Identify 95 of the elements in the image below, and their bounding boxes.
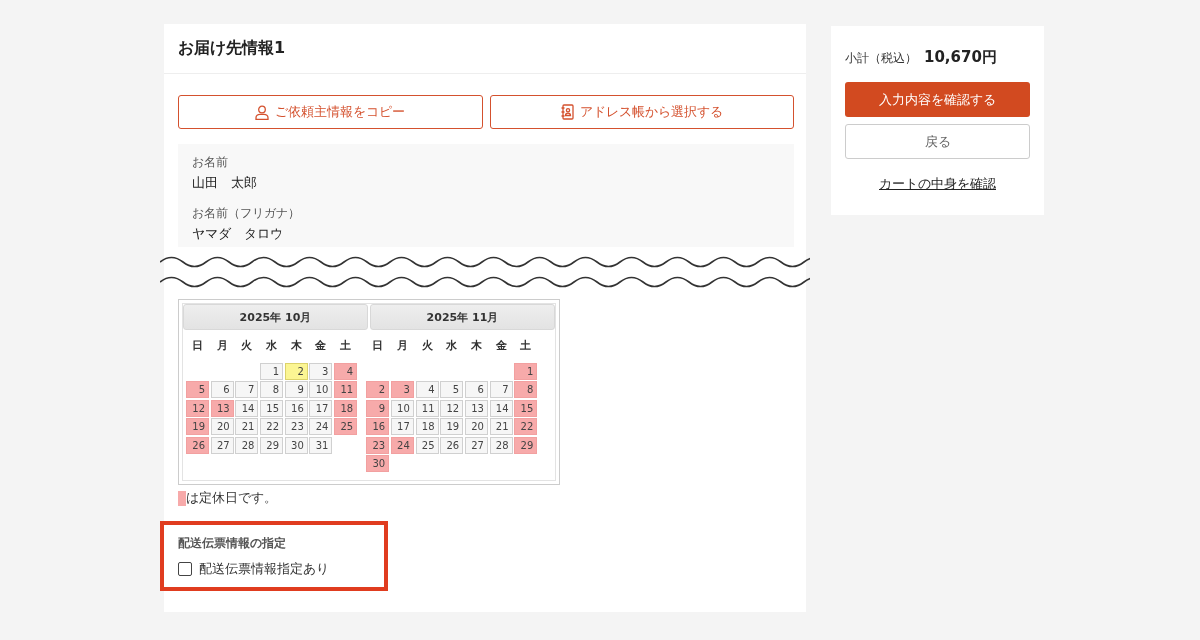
field-value: ヤマダ タロウ: [192, 225, 284, 243]
weekday-label: 火: [240, 338, 254, 354]
calendar-day[interactable]: 30: [284, 436, 308, 454]
calendar-day[interactable]: 15: [260, 399, 284, 417]
person-icon: [255, 104, 270, 120]
weekday-label: 水: [445, 338, 459, 354]
confirm-button[interactable]: 入力内容を確認する: [845, 82, 1030, 117]
calendar-day[interactable]: 9: [284, 381, 308, 398]
weekday-label: 火: [420, 338, 434, 354]
back-button[interactable]: 戻る: [845, 124, 1030, 159]
calendar-day[interactable]: 25: [334, 418, 358, 435]
weekday-label: 日: [191, 338, 204, 354]
section-label: 配送伝票情報の指定: [178, 535, 287, 552]
weekday-label: 木: [289, 338, 303, 354]
calendar-day[interactable]: 12: [440, 399, 464, 417]
calendar-day[interactable]: 27: [464, 436, 488, 454]
calendar-day[interactable]: 11: [334, 381, 358, 398]
calendar-day[interactable]: 29: [514, 436, 538, 454]
calendar-day[interactable]: 26: [440, 436, 464, 454]
calendar-day[interactable]: 10: [309, 381, 333, 398]
calendar-day[interactable]: 24: [309, 418, 333, 435]
month-header: 2025年 11月: [370, 304, 555, 330]
calendar-day[interactable]: 30: [366, 455, 390, 472]
calendar-day[interactable]: 2: [366, 381, 390, 398]
subtotal-amount: 10,670円: [924, 48, 997, 67]
calendar-day[interactable]: 18: [334, 399, 358, 417]
calendar-day[interactable]: 23: [366, 436, 390, 454]
calendar-day[interactable]: 29: [260, 436, 284, 454]
calendar-day[interactable]: 1: [260, 362, 284, 380]
calendar-day[interactable]: 8: [514, 381, 538, 398]
calendar-day[interactable]: 14: [489, 399, 513, 417]
calendar-day[interactable]: 1: [514, 362, 538, 380]
checkbox-option[interactable]: 配送伝票情報指定あり: [178, 560, 372, 578]
calendar-day[interactable]: 6: [464, 381, 488, 398]
calendar-day[interactable]: 20: [210, 418, 234, 435]
field-value: 山田 太郎: [192, 174, 258, 192]
weekday-label: 土: [519, 338, 533, 354]
section-title: お届け先情報1: [178, 38, 286, 59]
calendar-day[interactable]: 16: [284, 399, 308, 417]
weekday-label: 日: [371, 338, 385, 354]
calendar-day[interactable]: 6: [210, 381, 234, 398]
weekday-label: 金: [314, 338, 328, 354]
weekday-label: 水: [265, 338, 279, 354]
subtotal-label: 小計（税込）: [845, 50, 917, 67]
calendar-day[interactable]: 9: [366, 399, 390, 417]
calendar-day[interactable]: 5: [440, 381, 464, 398]
action-button[interactable]: アドレス帳から選択する: [489, 95, 794, 129]
calendar-day[interactable]: 28: [489, 436, 513, 454]
calendar-day[interactable]: 18: [415, 418, 439, 435]
calendar-day[interactable]: 24: [390, 436, 414, 454]
calendar-day[interactable]: 4: [415, 381, 439, 398]
calendar-day[interactable]: 22: [260, 418, 284, 435]
calendar-day[interactable]: 3: [390, 381, 414, 398]
address-book-icon: [560, 104, 574, 120]
calendar-day[interactable]: 17: [390, 418, 414, 435]
calendar-day[interactable]: 28: [235, 436, 259, 454]
calendar-day[interactable]: 16: [366, 418, 390, 435]
calendar-day[interactable]: 12: [186, 399, 209, 417]
field-label: お名前: [192, 155, 229, 170]
calendar-day[interactable]: 8: [260, 381, 284, 398]
calendar-day[interactable]: 15: [514, 399, 538, 417]
calendar-day[interactable]: 31: [309, 436, 333, 454]
month-header: 2025年 10月: [183, 304, 368, 330]
calendar-day[interactable]: 27: [210, 436, 234, 454]
calendar-day[interactable]: 11: [415, 399, 439, 417]
weekday-label: 月: [215, 338, 229, 354]
calendar-day[interactable]: 25: [415, 436, 439, 454]
calendar-day[interactable]: 13: [464, 399, 488, 417]
action-button[interactable]: ご依頼主情報をコピー: [178, 95, 483, 129]
calendar-day[interactable]: 5: [186, 381, 209, 398]
calendar-day[interactable]: 13: [210, 399, 234, 417]
calendar-day[interactable]: 21: [489, 418, 513, 435]
calendar-day[interactable]: 10: [390, 399, 414, 417]
calendar-day[interactable]: 17: [309, 399, 333, 417]
calendar-day[interactable]: 19: [186, 418, 209, 435]
calendar-day[interactable]: 20: [464, 418, 488, 435]
calendar-day[interactable]: 26: [186, 436, 209, 454]
calendar-day[interactable]: 19: [440, 418, 464, 435]
calendar-day[interactable]: 21: [235, 418, 259, 435]
calendar-day[interactable]: 22: [514, 418, 538, 435]
calendar-day[interactable]: 14: [235, 399, 259, 417]
weekday-label: 木: [469, 338, 483, 354]
calendar-day[interactable]: 7: [235, 381, 259, 398]
weekday-label: 土: [339, 338, 353, 354]
calendar-day[interactable]: 2: [284, 362, 308, 380]
calendar-day[interactable]: 3: [309, 362, 333, 380]
weekday-label: 月: [395, 338, 409, 354]
calendar-day[interactable]: 7: [489, 381, 513, 398]
cart-link[interactable]: カートの中身を確認: [879, 175, 996, 193]
calendar-day[interactable]: 23: [284, 418, 308, 435]
weekday-label: 金: [494, 338, 508, 354]
field-label: お名前（フリガナ）: [192, 206, 301, 221]
legend-text: は定休日です。: [186, 489, 277, 507]
holiday-swatch: [178, 490, 186, 506]
calendar-day[interactable]: 4: [334, 362, 358, 380]
